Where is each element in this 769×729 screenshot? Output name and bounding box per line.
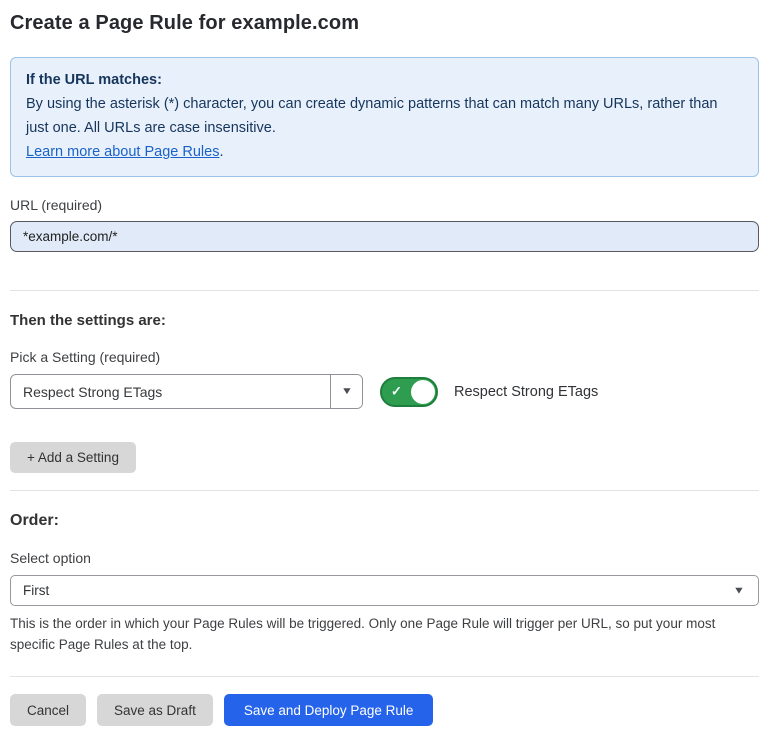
order-section-heading: Order: [10,512,759,530]
setting-row: Respect Strong ETags ▼ ✓ Respect Strong … [10,374,759,409]
respect-strong-etags-toggle[interactable]: ✓ [380,377,438,407]
footer-actions: Cancel Save as Draft Save and Deploy Pag… [10,694,759,726]
section-divider [10,290,759,291]
url-input[interactable] [10,221,759,252]
chevron-down-icon: ▼ [340,386,352,397]
order-help-text: This is the order in which your Page Rul… [10,613,755,655]
select-option-label: Select option [10,550,759,566]
info-box-heading: If the URL matches: [26,68,743,92]
info-box-body: By using the asterisk (*) character, you… [26,92,743,140]
footer-divider [10,676,759,677]
save-and-deploy-button[interactable]: Save and Deploy Page Rule [224,694,434,726]
info-box-link-line: Learn more about Page Rules. [26,140,743,164]
setting-select[interactable]: Respect Strong ETags ▼ [10,374,363,409]
url-matches-info-box: If the URL matches: By using the asteris… [10,57,759,177]
setting-select-value: Respect Strong ETags [11,375,330,408]
learn-more-link[interactable]: Learn more about Page Rules [26,144,219,160]
check-icon: ✓ [391,383,402,399]
cancel-button[interactable]: Cancel [10,694,86,726]
chevron-down-icon: ▼ [733,585,745,596]
url-field-label: URL (required) [10,197,759,213]
setting-select-arrow-button[interactable]: ▼ [330,375,362,408]
order-select-value: First [23,583,49,598]
pick-setting-label: Pick a Setting (required) [10,349,759,365]
save-as-draft-button[interactable]: Save as Draft [97,694,213,726]
settings-section-heading: Then the settings are: [10,312,759,329]
toggle-knob [411,380,435,404]
order-select[interactable]: First ▼ [10,575,759,606]
toggle-wrap: ✓ Respect Strong ETags [380,377,598,407]
section-divider [10,490,759,491]
page-title: Create a Page Rule for example.com [10,11,759,35]
link-suffix: . [219,144,223,160]
add-setting-button[interactable]: + Add a Setting [10,442,136,473]
toggle-label: Respect Strong ETags [454,384,598,400]
